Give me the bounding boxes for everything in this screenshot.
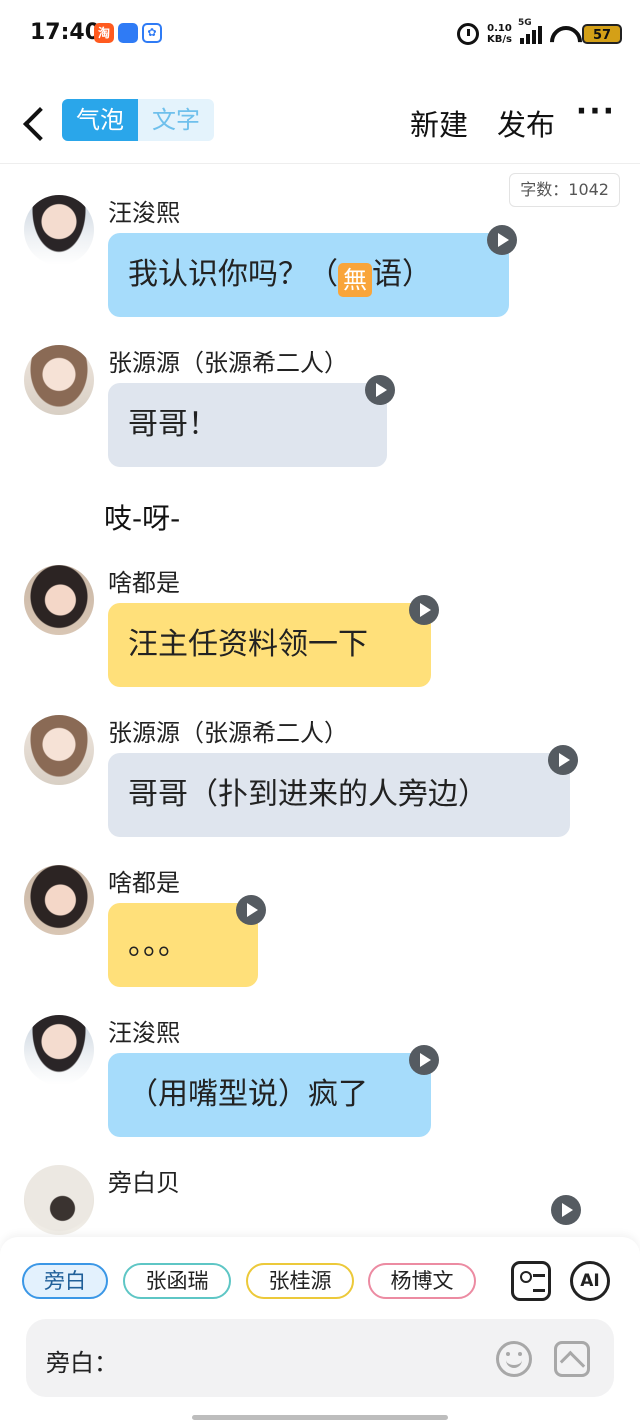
character-chip-yangbowen[interactable]: 杨博文 xyxy=(368,1263,476,1299)
chat-bubble[interactable]: 。。。 xyxy=(108,903,258,987)
avatar[interactable] xyxy=(24,715,94,785)
play-icon[interactable] xyxy=(236,895,266,925)
play-icon[interactable] xyxy=(365,375,395,405)
speaker-name: 汪浚熙 xyxy=(108,199,180,227)
avatar[interactable] xyxy=(24,565,94,635)
word-count-badge: 字数：1042 xyxy=(509,173,620,207)
narration-text[interactable]: 吱-呀- xyxy=(104,497,180,537)
mode-switch: 气泡 文字 xyxy=(62,99,214,141)
message-input[interactable]: 旁白： xyxy=(26,1319,614,1397)
card-icon[interactable] xyxy=(511,1261,551,1301)
input-speaker-label: 旁白： xyxy=(46,1349,118,1377)
chat-bubble[interactable]: 我认识你吗？（無语） xyxy=(108,233,509,317)
bottom-panel: 旁白 张函瑞 张桂源 杨博文 AI 旁白： xyxy=(0,1237,640,1422)
signal-icon: 5G xyxy=(518,18,542,44)
baidu-icon: ✿ xyxy=(142,23,162,43)
character-chip-zhanghanrui[interactable]: 张函瑞 xyxy=(123,1263,231,1299)
battery-icon: 57 xyxy=(582,24,622,44)
speaker-name: 啥都是 xyxy=(108,869,180,897)
status-bar: 17:40 淘 ✿ 0.10 KB/s 5G 57 xyxy=(0,0,640,70)
net-speed: 0.10 KB/s xyxy=(487,23,512,45)
smile-icon[interactable] xyxy=(496,1341,532,1377)
chat-bubble[interactable]: 哥哥！ xyxy=(108,383,387,467)
alarm-icon xyxy=(457,23,480,45)
header: 气泡 文字 新建 发布 ··· xyxy=(0,84,640,164)
speaker-name: 张源源（张源希二人） xyxy=(108,349,348,377)
chat-bubble[interactable]: 哥哥（扑到进来的人旁边） xyxy=(108,753,570,837)
publish-button[interactable]: 发布 xyxy=(497,102,555,144)
image-icon[interactable] xyxy=(554,1341,590,1377)
wifi-icon xyxy=(550,24,574,44)
avatar[interactable] xyxy=(24,1015,94,1085)
tab-bubble[interactable]: 气泡 xyxy=(62,99,138,141)
play-icon[interactable] xyxy=(487,225,517,255)
avatar[interactable] xyxy=(24,195,94,265)
app-notification-icon xyxy=(118,23,138,43)
play-icon[interactable] xyxy=(551,1195,581,1225)
status-indicators: 0.10 KB/s 5G 57 xyxy=(457,18,622,48)
avatar[interactable] xyxy=(24,865,94,935)
wu-emoji-icon: 無 xyxy=(338,263,372,297)
chat-list[interactable]: 字数：1042 汪浚熙 我认识你吗？（無语） 张源源（张源希二人） 哥哥！ 吱-… xyxy=(0,165,640,1237)
chat-bubble[interactable]: 汪主任资料领一下 xyxy=(108,603,431,687)
taobao-icon: 淘 xyxy=(94,23,114,43)
speaker-name: 张源源（张源希二人） xyxy=(108,719,348,747)
play-icon[interactable] xyxy=(409,1045,439,1075)
avatar[interactable] xyxy=(24,345,94,415)
home-indicator[interactable] xyxy=(192,1415,448,1420)
speaker-name: 啥都是 xyxy=(108,569,180,597)
tab-text[interactable]: 文字 xyxy=(138,99,214,141)
back-icon[interactable] xyxy=(18,104,46,142)
character-chip-zhangguiyuan[interactable]: 张桂源 xyxy=(246,1263,354,1299)
play-icon[interactable] xyxy=(548,745,578,775)
avatar[interactable] xyxy=(24,1165,94,1235)
speaker-name: 汪浚熙 xyxy=(108,1019,180,1047)
speaker-name: 旁白贝 xyxy=(108,1169,180,1197)
play-icon[interactable] xyxy=(409,595,439,625)
more-icon[interactable]: ··· xyxy=(576,94,616,129)
chat-bubble[interactable]: （用嘴型说）疯了 xyxy=(108,1053,431,1137)
character-chip-pangbai[interactable]: 旁白 xyxy=(22,1263,108,1299)
ai-icon[interactable]: AI xyxy=(570,1261,610,1301)
status-time: 17:40 xyxy=(30,20,101,45)
new-button[interactable]: 新建 xyxy=(410,102,468,144)
